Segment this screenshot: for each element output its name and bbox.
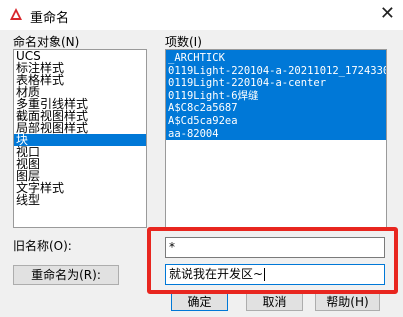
title-bar: 重命名 ✕ xyxy=(0,0,403,30)
ok-button[interactable]: 确定 xyxy=(171,292,228,311)
autocad-triangle-icon xyxy=(10,8,22,20)
list-item[interactable]: aa-82004 xyxy=(166,128,386,141)
window-title: 重命名 xyxy=(30,11,70,26)
old-name-label: 旧名称(O): xyxy=(13,239,72,253)
list-item[interactable]: _ARCHTICK xyxy=(166,52,386,65)
list-item[interactable]: 局部视图样式 xyxy=(14,122,146,134)
list-item[interactable]: 0119Light-6焊缝 xyxy=(166,90,386,103)
cancel-button[interactable]: 取消 xyxy=(246,292,303,311)
list-item[interactable]: A$C8c2a5687 xyxy=(166,102,386,115)
items-list[interactable]: _ARCHTICK 0119Light-220104-a-20211012_172… xyxy=(165,49,387,228)
list-item[interactable]: 线型 xyxy=(14,194,146,206)
text-caret xyxy=(264,268,266,281)
rename-to-button[interactable]: 重命名为(R): xyxy=(13,265,119,285)
rename-to-field[interactable]: 就说我在开发区~ xyxy=(165,264,385,285)
list-item[interactable]: A$Cd5ca92ea xyxy=(166,115,386,128)
items-label: 项数(I) xyxy=(165,35,202,49)
old-name-field[interactable]: * xyxy=(165,237,385,258)
close-icon[interactable]: ✕ xyxy=(380,4,395,24)
list-item[interactable]: 0119Light-220104-a-20211012_17243300 xyxy=(166,65,386,78)
help-button[interactable]: 帮助(H) xyxy=(315,292,380,311)
list-item[interactable]: 0119Light-220104-a-center xyxy=(166,77,386,90)
named-objects-list[interactable]: UCS 标注样式 表格样式 材质 多重引线样式 截面视图样式 局部视图样式块视口 视图 图层 文字… xyxy=(13,49,147,228)
named-objects-label: 命名对象(N) xyxy=(13,35,80,49)
rename-to-value: 就说我在开发区~ xyxy=(169,267,264,281)
